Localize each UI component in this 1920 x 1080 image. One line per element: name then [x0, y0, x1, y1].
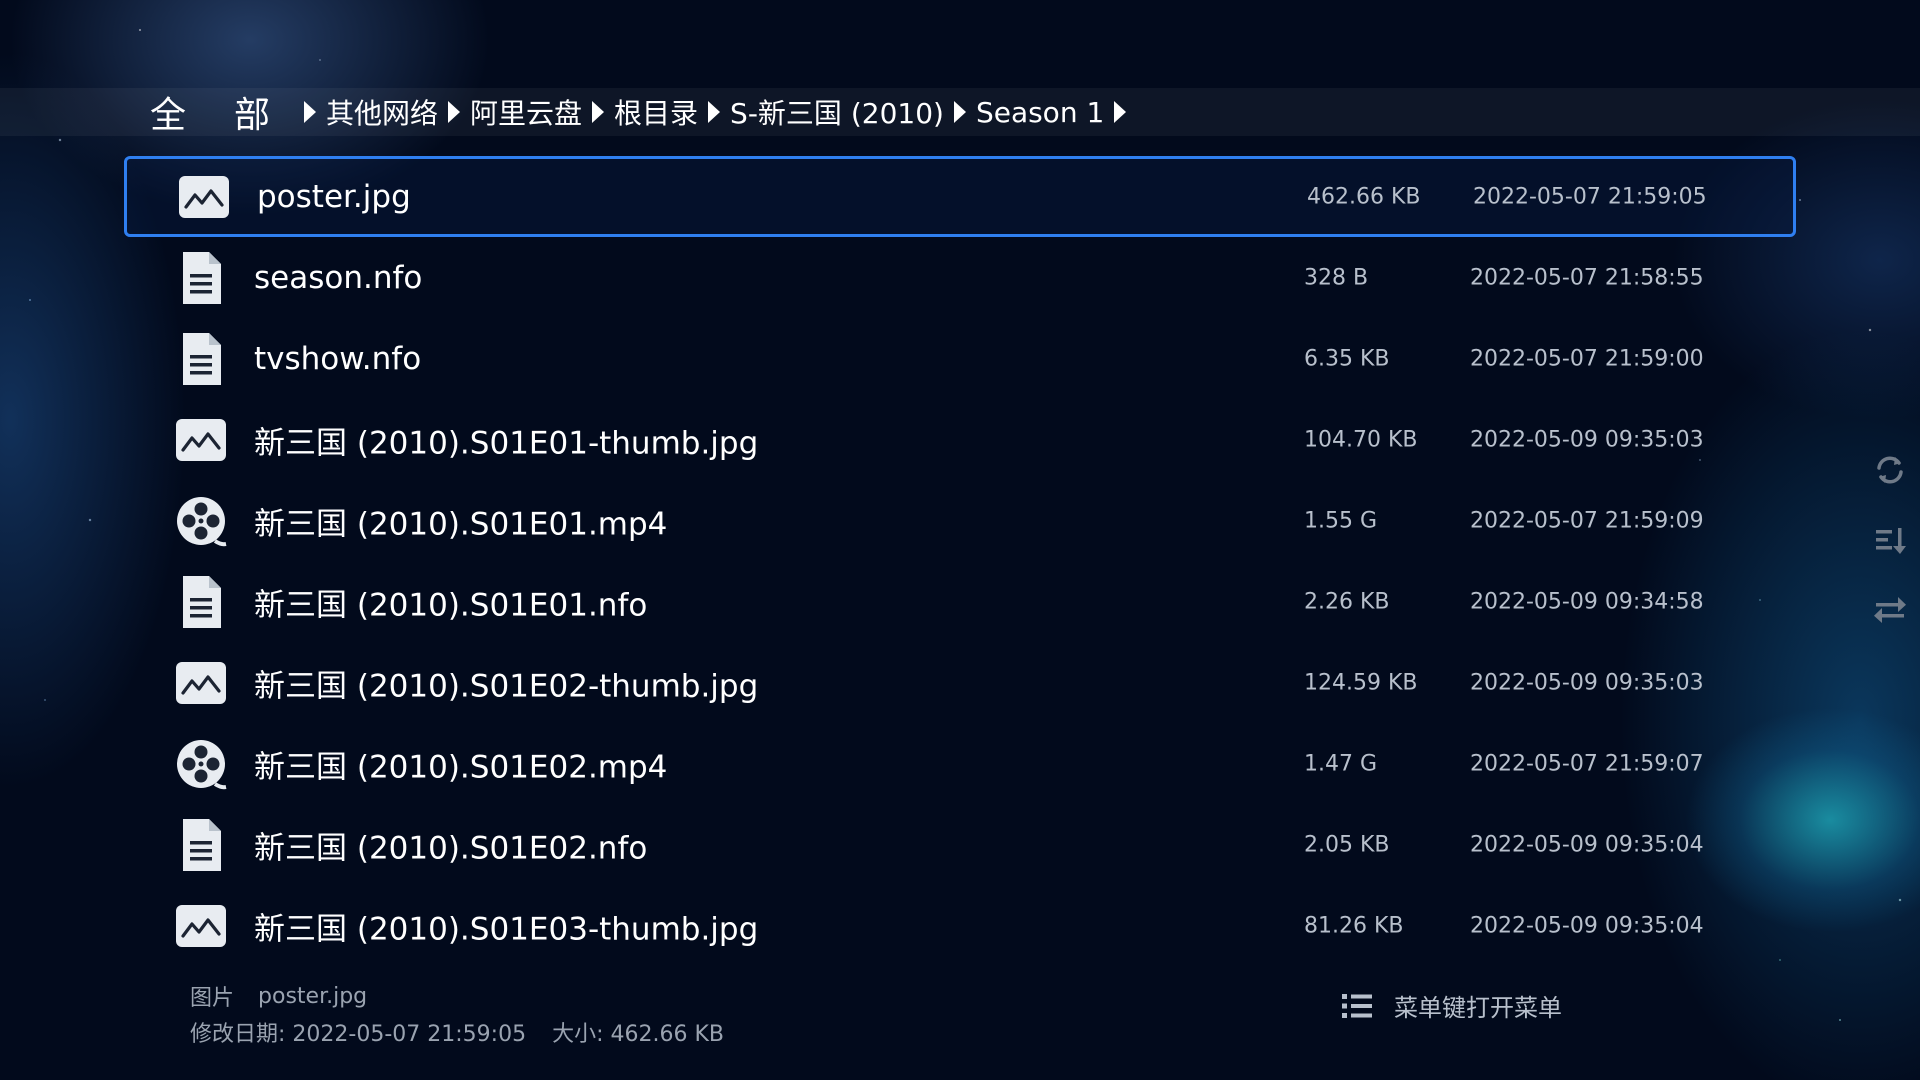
breadcrumb-separator-icon — [708, 101, 721, 123]
file-name: 新三国 (2010).S01E02.mp4 — [254, 749, 668, 785]
film-reel-icon — [174, 494, 228, 548]
file-name: 新三国 (2010).S01E02-thumb.jpg — [254, 668, 759, 704]
breadcrumb-root-char-1: 全 — [150, 95, 187, 136]
file-size: 104.70 KB — [1304, 427, 1418, 452]
breadcrumb-item-root-dir[interactable]: 根目录 — [608, 92, 704, 132]
file-list: poster.jpg 462.66 KB 2022-05-07 21:59:05 se… — [124, 156, 1796, 966]
document-icon — [174, 818, 228, 872]
menu-hint: 菜单键打开菜单 — [1342, 988, 1562, 1023]
file-date: 2022-05-07 21:58:55 — [1470, 265, 1704, 290]
file-row[interactable]: 新三国 (2010).S01E01.mp4 1.55 G 2022-05-07 21… — [124, 480, 1796, 561]
file-date: 2022-05-09 09:35:03 — [1470, 427, 1704, 452]
breadcrumb-path: 其他网络 阿里云盘 根目录 S-新三国 (2010) Season 1 — [300, 88, 1130, 136]
file-row[interactable]: 新三国 (2010).S01E01-thumb.jpg 104.70 KB 2022… — [124, 399, 1796, 480]
file-date: 2022-05-07 21:59:09 — [1470, 508, 1704, 533]
file-name: 新三国 (2010).S01E03-thumb.jpg — [254, 911, 759, 947]
breadcrumb-item-show-folder[interactable]: S-新三国 (2010) — [724, 92, 950, 132]
file-date: 2022-05-07 21:59:07 — [1470, 751, 1704, 776]
file-name: 新三国 (2010).S01E01.mp4 — [254, 506, 668, 542]
file-date: 2022-05-07 21:59:00 — [1470, 346, 1704, 371]
image-icon — [174, 413, 228, 467]
file-row[interactable]: poster.jpg 462.66 KB 2022-05-07 21:59:05 — [124, 156, 1796, 237]
file-name: 新三国 (2010).S01E02.nfo — [254, 830, 648, 866]
refresh-icon[interactable] — [1872, 452, 1908, 488]
breadcrumb-separator-icon — [953, 101, 966, 123]
file-row[interactable]: 新三国 (2010).S01E02.mp4 1.47 G 2022-05-07 21… — [124, 723, 1796, 804]
file-name: 新三国 (2010).S01E01-thumb.jpg — [254, 425, 759, 461]
file-row[interactable]: season.nfo 328 B 2022-05-07 21:58:55 — [124, 237, 1796, 318]
breadcrumb-item-season-folder[interactable]: Season 1 — [970, 96, 1110, 129]
breadcrumb-item-aliyun-drive[interactable]: 阿里云盘 — [464, 92, 588, 132]
file-row[interactable]: 新三国 (2010).S01E02-thumb.jpg 124.59 KB 2022… — [124, 642, 1796, 723]
file-date: 2022-05-07 21:59:05 — [1473, 184, 1707, 209]
file-size: 462.66 KB — [1307, 184, 1421, 209]
file-details: 图片 poster.jpg 修改日期: 2022-05-07 21:59:05 … — [190, 978, 724, 1050]
image-icon — [174, 899, 228, 953]
menu-hint-text: 菜单键打开菜单 — [1394, 994, 1562, 1022]
image-icon — [177, 170, 231, 224]
breadcrumb-separator-icon — [1114, 101, 1127, 123]
file-date: 2022-05-09 09:35:04 — [1470, 832, 1704, 857]
document-icon — [174, 251, 228, 305]
file-size: 1.47 G — [1304, 751, 1378, 776]
file-name: season.nfo — [254, 259, 423, 296]
file-size: 81.26 KB — [1304, 913, 1404, 938]
file-size: 6.35 KB — [1304, 346, 1390, 371]
switch-icon[interactable] — [1872, 592, 1908, 628]
file-name: 新三国 (2010).S01E01.nfo — [254, 587, 648, 623]
file-date: 2022-05-09 09:34:58 — [1470, 589, 1704, 614]
file-row[interactable]: 新三国 (2010).S01E01.nfo 2.26 KB 2022-05-09 0… — [124, 561, 1796, 642]
breadcrumb-separator-icon — [592, 101, 605, 123]
file-name: tvshow.nfo — [254, 340, 422, 377]
image-icon — [174, 656, 228, 710]
breadcrumb-item-other-network[interactable]: 其他网络 — [320, 92, 444, 132]
file-type-label: 图片 — [190, 986, 235, 1011]
file-date: 2022-05-09 09:35:04 — [1470, 913, 1704, 938]
film-reel-icon — [174, 737, 228, 791]
sort-icon[interactable] — [1872, 522, 1908, 558]
document-icon — [174, 575, 228, 629]
breadcrumb-separator-icon — [448, 101, 461, 123]
file-name: poster.jpg — [257, 178, 411, 215]
file-size: 2.26 KB — [1304, 589, 1390, 614]
file-size: 大小: 462.66 KB — [552, 1016, 724, 1048]
modified-date-label: 修改日期 — [190, 1022, 279, 1047]
document-icon — [174, 332, 228, 386]
file-row[interactable]: 新三国 (2010).S01E03-thumb.jpg 81.26 KB 2022-… — [124, 885, 1796, 966]
selected-file-name: poster.jpg — [258, 983, 368, 1009]
file-row[interactable]: tvshow.nfo 6.35 KB 2022-05-07 21:59:00 — [124, 318, 1796, 399]
file-size: 2.05 KB — [1304, 832, 1390, 857]
breadcrumb-root-char-2: 部 — [233, 95, 270, 136]
side-toolbar — [1872, 452, 1908, 662]
modified-date-value: : 2022-05-07 21:59:05 — [278, 1022, 527, 1047]
file-size: 1.55 G — [1304, 508, 1378, 533]
file-size-value: : 462.66 KB — [596, 1022, 724, 1047]
file-size: 328 B — [1304, 265, 1369, 290]
file-date: 2022-05-09 09:35:03 — [1470, 670, 1704, 695]
breadcrumb: 全 部 其他网络 阿里云盘 根目录 S-新三国 (2010) Season 1 — [0, 88, 1920, 136]
modified-date: 修改日期: 2022-05-07 21:59:05 — [190, 1016, 526, 1048]
breadcrumb-root[interactable]: 全 部 — [150, 88, 270, 136]
breadcrumb-separator-icon — [304, 101, 316, 123]
list-icon — [1342, 993, 1372, 1018]
file-size-label: 大小 — [552, 1022, 597, 1047]
file-size: 124.59 KB — [1304, 670, 1418, 695]
file-row[interactable]: 新三国 (2010).S01E02.nfo 2.05 KB 2022-05-09 0… — [124, 804, 1796, 885]
